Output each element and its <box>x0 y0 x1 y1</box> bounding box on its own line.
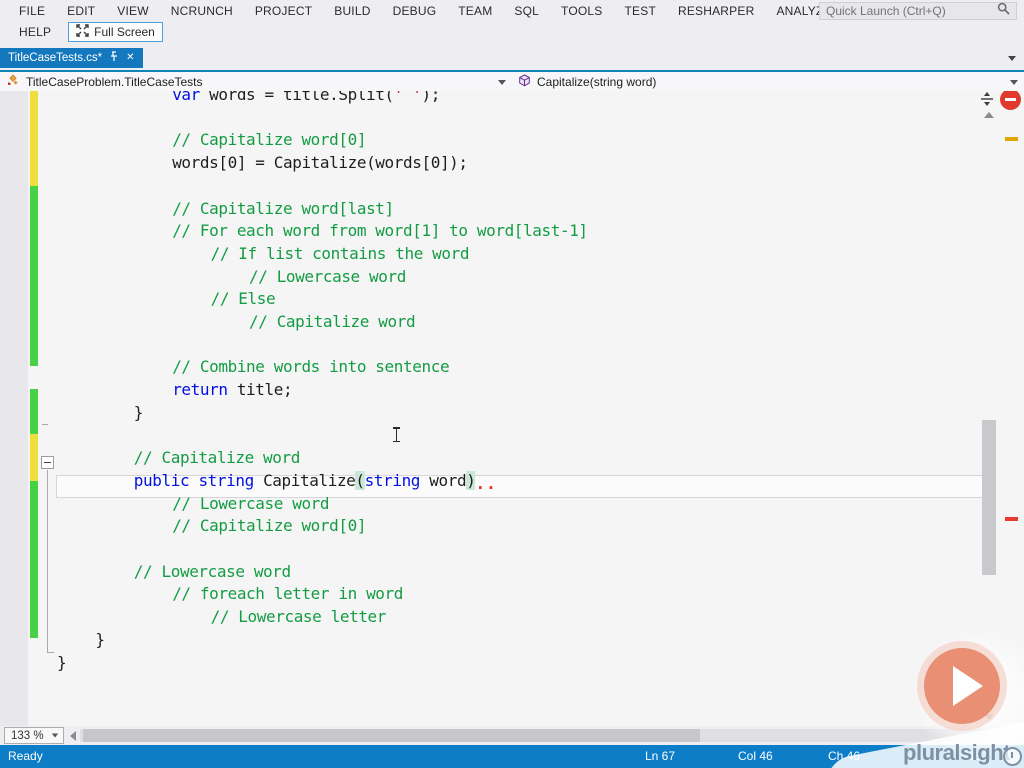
breakpoint-margin[interactable] <box>0 91 28 726</box>
navigation-bar: TitleCaseProblem.TitleCaseTests Capitali… <box>0 70 1024 91</box>
full-screen-label: Full Screen <box>94 25 155 39</box>
unsaved-change-bar <box>30 186 38 366</box>
code-line: // Capitalize word <box>133 448 301 468</box>
fullscreen-icon <box>76 24 89 40</box>
collapse-region-button[interactable] <box>41 456 54 469</box>
menu-resharper[interactable]: RESHARPER <box>667 1 765 21</box>
vertical-scrollbar-thumb[interactable] <box>982 420 996 575</box>
saved-change-bar <box>30 91 38 186</box>
scroll-left-icon[interactable] <box>70 731 76 741</box>
code-line: // Capitalize word[0] <box>172 516 367 536</box>
code-line: words[0] = Capitalize(words[0]); <box>172 153 468 173</box>
unsaved-change-bar <box>30 389 38 434</box>
status-line: Ln 67 <box>645 749 676 763</box>
chevron-down-icon <box>1010 80 1018 85</box>
code-line: // Lowercase word <box>133 561 291 581</box>
editor-bottom-bar: 133 % <box>0 726 1024 745</box>
code-line: // Capitalize word[0] <box>172 130 367 150</box>
type-dropdown[interactable]: TitleCaseProblem.TitleCaseTests <box>0 72 512 91</box>
member-dropdown[interactable]: Capitalize(string word) <box>512 72 1024 91</box>
fold-guide <box>47 652 54 653</box>
code-line: // Lowercase letter <box>210 607 387 627</box>
tab-titlecasetests[interactable]: TitleCaseTests.cs* ✕ <box>0 48 143 68</box>
quick-launch-input[interactable]: Quick Launch (Ctrl+Q) <box>819 2 1017 20</box>
menu-view[interactable]: VIEW <box>106 1 159 21</box>
menu-test[interactable]: TEST <box>614 1 667 21</box>
status-char: Ch 46 <box>828 749 861 763</box>
unsaved-change-bar <box>30 481 38 638</box>
chevron-down-icon[interactable] <box>1008 56 1016 61</box>
scroll-down-icon[interactable] <box>984 714 994 720</box>
scroll-up-icon[interactable] <box>984 112 994 118</box>
status-column: Col 46 <box>738 749 773 763</box>
code-line: return title; <box>172 380 293 400</box>
code-line: } <box>57 652 67 672</box>
menu-bar: FILE EDIT VIEW NCRUNCH PROJECT BUILD DEBUG TEAM… <box>0 0 1024 21</box>
code-line: // Capitalize word <box>249 312 416 331</box>
code-line: // foreach letter in word <box>172 584 404 604</box>
code-line: } <box>95 629 105 649</box>
text-cursor-ibeam <box>392 427 401 442</box>
zoom-level-select[interactable]: 133 % <box>4 727 64 744</box>
code-line: public string Capitalize(string word).. <box>133 470 497 493</box>
class-icon <box>6 73 20 90</box>
menu-sql[interactable]: SQL <box>503 1 550 21</box>
code-editor[interactable]: var words = title.Split(' '); // Capitali… <box>0 91 1024 726</box>
menu-debug[interactable]: DEBUG <box>382 1 448 21</box>
status-insert-mode: INS <box>962 749 983 763</box>
menu-edit[interactable]: EDIT <box>56 1 106 21</box>
vs-window: FILE EDIT VIEW NCRUNCH PROJECT BUILD DEBUG TEAM… <box>0 0 1024 768</box>
fold-guide <box>42 424 48 425</box>
caret-mark[interactable] <box>1005 137 1018 141</box>
horizontal-scrollbar[interactable] <box>80 729 988 742</box>
code-line: // For each word from word[1] to word[la… <box>172 221 588 241</box>
tab-title: TitleCaseTests.cs* <box>8 52 103 64</box>
status-ready: Ready <box>8 749 43 763</box>
menu-bar-row2: HELP Full Screen <box>0 21 1024 43</box>
search-icon <box>997 2 1010 20</box>
member-dropdown-value: Capitalize(string word) <box>537 74 657 89</box>
code-line: // Capitalize word[last] <box>172 198 394 218</box>
menu-help[interactable]: HELP <box>8 22 62 42</box>
code-line: // Else <box>210 289 276 309</box>
method-icon <box>518 73 531 90</box>
chevron-down-icon <box>498 80 506 85</box>
error-mark[interactable] <box>1005 517 1018 521</box>
chevron-down-icon <box>51 733 59 738</box>
menu-project[interactable]: PROJECT <box>244 1 323 21</box>
code-line: // If list contains the word <box>210 243 470 263</box>
menu-tools[interactable]: TOOLS <box>550 1 613 21</box>
code-line: // Lowercase word <box>172 493 330 513</box>
menu-ncrunch[interactable]: NCRUNCH <box>160 1 244 21</box>
menu-team[interactable]: TEAM <box>447 1 503 21</box>
close-icon[interactable]: ✕ <box>126 53 134 63</box>
tab-bar: TitleCaseTests.cs* ✕ <box>0 48 1024 68</box>
status-bar: Ready Ln 67 Col 46 Ch 46 INS <box>0 745 1024 768</box>
zoom-level-value: 133 % <box>11 729 44 742</box>
code-line: } <box>133 402 144 422</box>
fold-guide <box>47 470 48 652</box>
pin-icon[interactable] <box>109 51 119 65</box>
vertical-scrollbar[interactable] <box>981 108 997 726</box>
type-dropdown-value: TitleCaseProblem.TitleCaseTests <box>26 74 203 89</box>
horizontal-scrollbar-thumb[interactable] <box>83 729 700 742</box>
code-line: // Lowercase word <box>249 266 406 286</box>
quick-launch-placeholder: Quick Launch (Ctrl+Q) <box>826 4 946 18</box>
full-screen-button[interactable]: Full Screen <box>68 22 163 42</box>
saved-change-bar <box>30 434 38 481</box>
menu-build[interactable]: BUILD <box>323 1 381 21</box>
code-line: var words = title.Split(' '); <box>172 91 440 104</box>
code-line: // Combine words into sentence <box>172 357 450 377</box>
menu-file[interactable]: FILE <box>8 1 56 21</box>
